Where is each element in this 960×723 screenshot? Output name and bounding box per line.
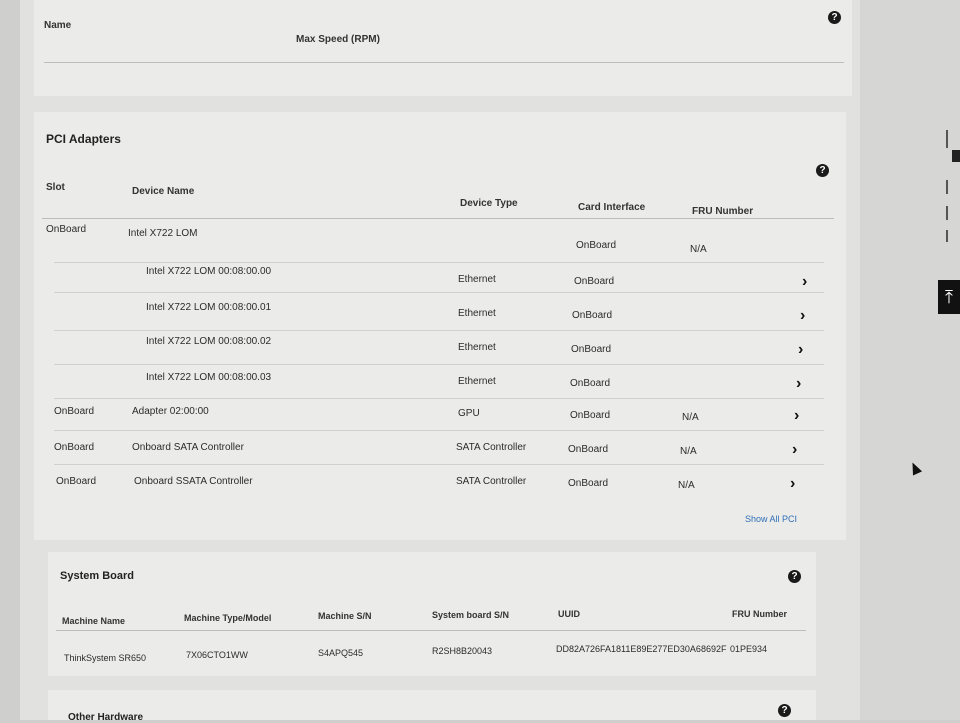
pci-cell-card-interface: OnBoard (574, 276, 615, 287)
show-all-pci-link[interactable]: Show All PCI (745, 514, 797, 524)
pci-cell-card-interface: OnBoard (568, 478, 609, 489)
pci-cell-card-interface: OnBoard (570, 378, 611, 389)
pci-cell-device-type: Ethernet (458, 308, 496, 319)
pci-cell-device-name: Intel X722 LOM 00:08:00.01 (146, 302, 272, 313)
chevron-right-icon[interactable]: › (798, 342, 803, 358)
pci-header-fru-number: FRU Number (692, 206, 754, 217)
pci-cell-device-type: Ethernet (458, 274, 496, 285)
pci-cell-fru: N/A (682, 412, 699, 423)
pci-header-card-interface: Card Interface (578, 202, 646, 213)
sb-value-machine-sn: S4APQ545 (318, 648, 364, 658)
help-icon[interactable]: ? (778, 704, 791, 717)
system-board-card: System Board ? Machine Name Machine Type… (48, 552, 816, 676)
row-divider (54, 430, 824, 431)
pci-cell-device-type: Ethernet (458, 376, 496, 387)
sb-value-machine-name: ThinkSystem SR650 (64, 653, 147, 663)
sb-header-machine-sn: Machine S/N (318, 611, 372, 621)
pci-adapters-card: PCI Adapters ? Slot Device Name Device T… (34, 112, 846, 540)
pci-header-slot: Slot (46, 182, 65, 193)
chevron-right-icon[interactable]: › (794, 408, 799, 424)
scrollbar-track[interactable] (946, 130, 948, 148)
sb-header-machine-type: Machine Type/Model (184, 613, 272, 623)
sb-value-fru: 01PE934 (730, 644, 768, 654)
sb-value-board-sn: R2SH8B20043 (432, 646, 493, 656)
row-divider (54, 262, 824, 263)
scrollbar-track (946, 180, 948, 194)
help-icon[interactable]: ? (816, 164, 829, 177)
pci-cell-device-type: Ethernet (458, 342, 496, 353)
pci-cell-fru: N/A (680, 446, 697, 457)
scrollbar-thumb[interactable] (952, 150, 960, 162)
sb-value-uuid: DD82A726FA1811E89E277ED30A68692F (556, 644, 727, 654)
chevron-right-icon[interactable]: › (790, 476, 795, 492)
row-divider (54, 364, 824, 365)
pci-cell-slot: OnBoard (54, 406, 95, 417)
pci-cell-fru: N/A (678, 480, 695, 491)
row-divider (54, 464, 824, 465)
help-icon[interactable]: ? (788, 570, 801, 583)
pci-cell-card-interface: OnBoard (571, 344, 612, 355)
fans-header-divider (44, 62, 844, 63)
chevron-right-icon[interactable]: › (792, 442, 797, 458)
pci-cell-card-interface: OnBoard (570, 410, 611, 421)
pci-cell-slot: OnBoard (46, 224, 87, 235)
sb-header-machine-name: Machine Name (62, 616, 126, 626)
pci-cell-device-type: GPU (458, 408, 480, 419)
scrollbar-track (946, 206, 948, 220)
sb-header-board-sn: System board S/N (432, 610, 510, 620)
main-content: Name Max Speed (RPM) ? PCI Adapters ? Sl… (20, 0, 860, 723)
pci-cell-slot: OnBoard (56, 476, 97, 487)
pci-cell-device-name: Intel X722 LOM (128, 228, 198, 239)
fans-col-name: Name (44, 20, 72, 31)
row-divider (54, 292, 824, 293)
pci-cell-device-type: SATA Controller (456, 476, 527, 487)
row-divider (54, 398, 824, 399)
pci-header-device-name: Device Name (132, 186, 195, 197)
pci-cell-device-name: Intel X722 LOM 00:08:00.00 (146, 266, 272, 277)
pci-cell-fru: N/A (690, 244, 707, 255)
sb-value-machine-type: 7X06CTO1WW (186, 650, 248, 660)
pci-header-device-type: Device Type (460, 198, 518, 209)
pci-header-divider (42, 218, 834, 219)
other-hardware-title: Other Hardware (68, 712, 144, 723)
side-panel (860, 0, 960, 720)
pci-cell-device-name: Onboard SATA Controller (132, 442, 244, 453)
fans-card: Name Max Speed (RPM) ? (34, 0, 852, 96)
fans-col-max-speed: Max Speed (RPM) (296, 34, 380, 45)
system-board-title: System Board (60, 570, 134, 582)
pci-cell-slot: OnBoard (54, 442, 95, 453)
chevron-right-icon[interactable]: › (802, 274, 807, 290)
pci-cell-device-type: SATA Controller (456, 442, 527, 453)
sb-header-uuid: UUID (558, 609, 580, 619)
other-hardware-card: Other Hardware ? (48, 690, 816, 723)
pci-cell-device-name: Adapter 02:00:00 (132, 406, 209, 417)
scrollbar-track (946, 230, 948, 242)
sb-header-fru: FRU Number (732, 609, 788, 619)
pci-cell-card-interface: OnBoard (572, 310, 613, 321)
pci-cell-card-interface: OnBoard (576, 240, 617, 251)
chevron-right-icon[interactable]: › (796, 376, 801, 392)
pci-cell-device-name: Intel X722 LOM 00:08:00.02 (146, 336, 272, 347)
pci-cell-device-name: Onboard SSATA Controller (134, 476, 253, 487)
pci-cell-device-name: Intel X722 LOM 00:08:00.03 (146, 372, 272, 383)
back-to-top-icon[interactable]: ⤒ (938, 280, 960, 314)
pci-section-title: PCI Adapters (46, 132, 121, 146)
help-icon[interactable]: ? (828, 11, 841, 24)
chevron-right-icon[interactable]: › (800, 308, 805, 324)
pci-cell-card-interface: OnBoard (568, 444, 609, 455)
sb-header-divider (56, 630, 806, 631)
row-divider (54, 330, 824, 331)
